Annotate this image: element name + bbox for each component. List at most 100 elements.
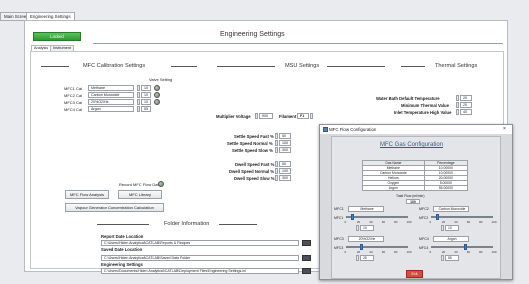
dwell-slow-field[interactable]: 300 — [279, 175, 291, 181]
locked-indicator[interactable]: Locked — [33, 32, 81, 41]
dwell-fast-stepper[interactable] — [275, 161, 278, 167]
mfc1-value-stepper[interactable] — [356, 225, 359, 231]
mfc2-slider-knob[interactable] — [435, 214, 439, 220]
mfc3-value-field[interactable]: 25 — [360, 255, 374, 261]
report-date-folder-icon[interactable] — [302, 240, 311, 246]
slider-tick-label: 0 — [429, 220, 432, 224]
slider-tick-label: 20 — [356, 220, 361, 224]
mfc-library-button[interactable]: MFC Library — [118, 190, 162, 199]
page-title: Engineering Settings — [220, 31, 285, 38]
mfc4-value-stepper[interactable] — [441, 255, 444, 261]
mfc2-value-stepper[interactable] — [441, 225, 444, 231]
inlet-temp-field[interactable]: 40 — [460, 109, 472, 115]
mfc4-slider-label: MFC4 — [419, 246, 429, 250]
mfc3-value-stepper[interactable] — [356, 255, 359, 261]
settle-normal-stepper[interactable] — [275, 140, 278, 146]
mfc2-value-field[interactable]: 10 — [445, 225, 459, 231]
slider-tick-label: 60 — [381, 250, 386, 254]
mfc4-slider-track[interactable] — [431, 246, 493, 248]
mfc3-valve-stepper[interactable] — [137, 99, 140, 105]
saved-date-path-field[interactable]: C:\Users\Hiden Analytical\CATLAB\Saved D… — [101, 255, 299, 261]
mfc2-slider-track[interactable] — [431, 216, 493, 218]
slider-tick-label: 20 — [441, 220, 446, 224]
mfc4-valve-field[interactable]: 55 — [141, 106, 151, 112]
report-date-path-field[interactable]: C:\Users\Hiden Analytical\CATLAB\Reports… — [101, 240, 299, 246]
app-window: Main Screen Engineering Settings Locked … — [0, 0, 529, 284]
min-thermal-stepper[interactable] — [456, 102, 459, 108]
mfc4-gas-field[interactable]: Argon — [433, 236, 469, 242]
mfc1-slider-label: MFC1 — [334, 216, 344, 220]
vapour-generator-button[interactable]: Vapour Generator Concentration Calculati… — [65, 203, 164, 212]
mfc1-slider-track[interactable] — [346, 216, 408, 218]
mfc1-valve-field[interactable]: 10 — [141, 85, 151, 91]
window-title-text: MFC Flow Configuration — [329, 127, 377, 132]
dwell-normal-stepper[interactable] — [275, 168, 278, 174]
dwell-fast-field[interactable]: 50 — [279, 161, 291, 167]
mfc3-valve-field[interactable]: 10 — [141, 99, 151, 105]
saved-date-folder-icon[interactable] — [302, 255, 311, 261]
water-bath-field[interactable]: 20 — [460, 95, 472, 101]
mfc1-cal-gas-field[interactable]: Methane — [88, 85, 134, 91]
settle-fast-field[interactable]: 50 — [279, 133, 291, 139]
mfc3-label: MFC3 — [334, 237, 344, 241]
multiplier-voltage-label: Multiplier Voltage — [216, 114, 251, 119]
mfc2-slider-label: MFC2 — [419, 216, 429, 220]
slider-tick-label: 0 — [429, 250, 432, 254]
mfc1-status-led — [154, 85, 160, 91]
mfc3-cal-gas-field[interactable]: 20%O2/He — [88, 99, 134, 105]
engineering-settings-path-field[interactable]: C:\Users\Documents\Hiden Analytical\CATL… — [101, 268, 299, 274]
mfc-flow-analysis-button[interactable]: MFC Flow Analysis — [65, 190, 109, 199]
mfc1-label: MFC1 — [334, 207, 344, 211]
gas-config-heading: MFC Gas Configuration — [380, 142, 444, 148]
dwell-normal-field[interactable]: 100 — [279, 168, 291, 174]
mfc1-gas-field[interactable]: Methane — [348, 206, 384, 212]
slider-tick-label: 80 — [394, 220, 398, 224]
filament-dropdown-arrow[interactable] — [310, 113, 313, 119]
dwell-slow-label: Dwell Speed Slow % — [234, 176, 275, 181]
mfc4-value-field[interactable]: 55 — [445, 255, 459, 261]
percentage-cell: 55.00000 — [423, 185, 469, 191]
multiplier-voltage-stepper[interactable] — [255, 113, 258, 119]
mfc2-cal-gas-field[interactable]: Carbon Monoxide — [88, 92, 134, 98]
section-line — [97, 224, 149, 225]
mfc3-gas-field[interactable]: 20%O2/He — [348, 236, 384, 242]
mfc2-valve-field[interactable]: 10 — [141, 92, 151, 98]
mfc2-valve-stepper[interactable] — [137, 92, 140, 98]
mfc1-slider-knob[interactable] — [350, 214, 354, 220]
inlet-temp-stepper[interactable] — [456, 109, 459, 115]
close-icon[interactable]: × — [503, 125, 506, 134]
engineering-settings-label: Engineering Settings — [101, 262, 143, 267]
mfc1-valve-stepper[interactable] — [137, 85, 140, 91]
total-flow-field[interactable]: 100 — [406, 199, 420, 204]
mfc2-gas-field[interactable]: Carbon Monoxide — [433, 206, 469, 212]
engineering-settings-folder-icon[interactable] — [302, 268, 311, 274]
mfc-config-body: MFC Gas Configuration Gas Name Percentag… — [331, 136, 501, 279]
mfc1-cal-label: MFC1 Cal — [64, 86, 83, 91]
water-bath-stepper[interactable] — [456, 95, 459, 101]
dwell-normal-label: Dwell Speed Normal % — [229, 169, 275, 174]
mfc4-label: MFC4 — [419, 237, 429, 241]
filament-select[interactable]: F1 — [297, 113, 309, 119]
record-mfc-flow-led[interactable] — [158, 181, 164, 187]
inlet-temp-label: Inlet Temperature High Value — [394, 110, 452, 115]
exit-button[interactable]: Exit — [406, 270, 423, 278]
table-row[interactable]: Argon 55.00000 — [362, 185, 469, 191]
settle-slow-stepper[interactable] — [275, 147, 278, 153]
slider-tick-label: 40 — [454, 220, 458, 224]
min-thermal-field[interactable]: 20 — [460, 102, 472, 108]
mfc1-value-field[interactable]: 10 — [360, 225, 374, 231]
dwell-slow-stepper[interactable] — [275, 175, 278, 181]
multiplier-voltage-field[interactable]: 900 — [259, 113, 273, 119]
settle-normal-field[interactable]: 100 — [279, 140, 291, 146]
settle-fast-stepper[interactable] — [275, 133, 278, 139]
mfc4-cal-gas-field[interactable]: Argon — [88, 106, 134, 112]
settle-slow-field[interactable]: 300 — [279, 147, 291, 153]
slider-tick-label: 20 — [441, 250, 446, 254]
mfc3-slider-track[interactable] — [346, 246, 408, 248]
report-date-label: Report Date Location — [101, 234, 144, 239]
mfc4-valve-stepper[interactable] — [137, 106, 140, 112]
slider-tick-label: 80 — [479, 220, 483, 224]
slider-tick-label: 80 — [479, 250, 483, 254]
mfc2-label: MFC2 — [419, 207, 429, 211]
mfc3-slider-knob[interactable] — [360, 244, 363, 250]
